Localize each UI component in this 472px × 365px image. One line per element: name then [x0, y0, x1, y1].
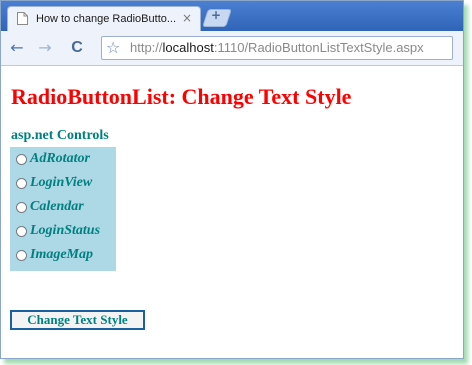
radio-option-loginview[interactable]: LoginView	[16, 172, 92, 194]
radio-label[interactable]: LoginStatus	[30, 223, 100, 239]
radio-option-loginstatus[interactable]: LoginStatus	[16, 220, 100, 242]
browser-window: How to change RadioButto... × + ← → C ☆ …	[0, 0, 464, 359]
browser-tab[interactable]: How to change RadioButto... ×	[7, 6, 201, 32]
close-icon[interactable]: ×	[182, 11, 192, 25]
radio-option-adrotator[interactable]: AdRotator	[16, 148, 90, 170]
url-host: localhost	[162, 40, 214, 55]
radio-label[interactable]: AdRotator	[30, 151, 90, 167]
radio-button[interactable]	[16, 249, 27, 261]
tab-title: How to change RadioButto...	[36, 13, 176, 25]
radio-button[interactable]	[16, 177, 27, 189]
radio-button[interactable]	[16, 201, 27, 213]
forward-arrow-icon[interactable]: →	[35, 38, 55, 58]
back-arrow-icon[interactable]: ←	[7, 38, 27, 58]
radio-label[interactable]: LoginView	[30, 175, 92, 191]
address-bar[interactable]: ☆ http://localhost:1110/RadioButtonListT…	[101, 36, 453, 60]
url-scheme: http://	[130, 40, 163, 55]
group-label: asp.net Controls	[11, 128, 109, 143]
toolbar: ← → C ☆ http://localhost:1110/RadioButto…	[1, 31, 463, 66]
tab-strip: How to change RadioButto... × +	[1, 1, 463, 32]
star-icon[interactable]: ☆	[106, 38, 120, 57]
page-content: RadioButtonList: Change Text Style asp.n…	[1, 66, 463, 358]
url-text: http://localhost:1110/RadioButtonListTex…	[130, 40, 424, 55]
page-title: RadioButtonList: Change Text Style	[11, 84, 352, 109]
change-text-style-button[interactable]: Change Text Style	[10, 310, 145, 330]
radio-option-calendar[interactable]: Calendar	[16, 196, 84, 218]
reload-icon[interactable]: C	[67, 38, 87, 58]
url-path: :1110/RadioButtonListTextStyle.aspx	[213, 40, 424, 55]
plus-icon[interactable]: +	[211, 8, 221, 22]
radio-button[interactable]	[16, 225, 27, 237]
radio-button[interactable]	[16, 153, 27, 165]
radio-label[interactable]: ImageMap	[30, 247, 93, 263]
radio-label[interactable]: Calendar	[30, 199, 84, 215]
radio-button-list: AdRotator LoginView Calendar LoginStatus…	[10, 147, 116, 271]
page-icon	[17, 12, 28, 25]
radio-option-imagemap[interactable]: ImageMap	[16, 244, 93, 266]
